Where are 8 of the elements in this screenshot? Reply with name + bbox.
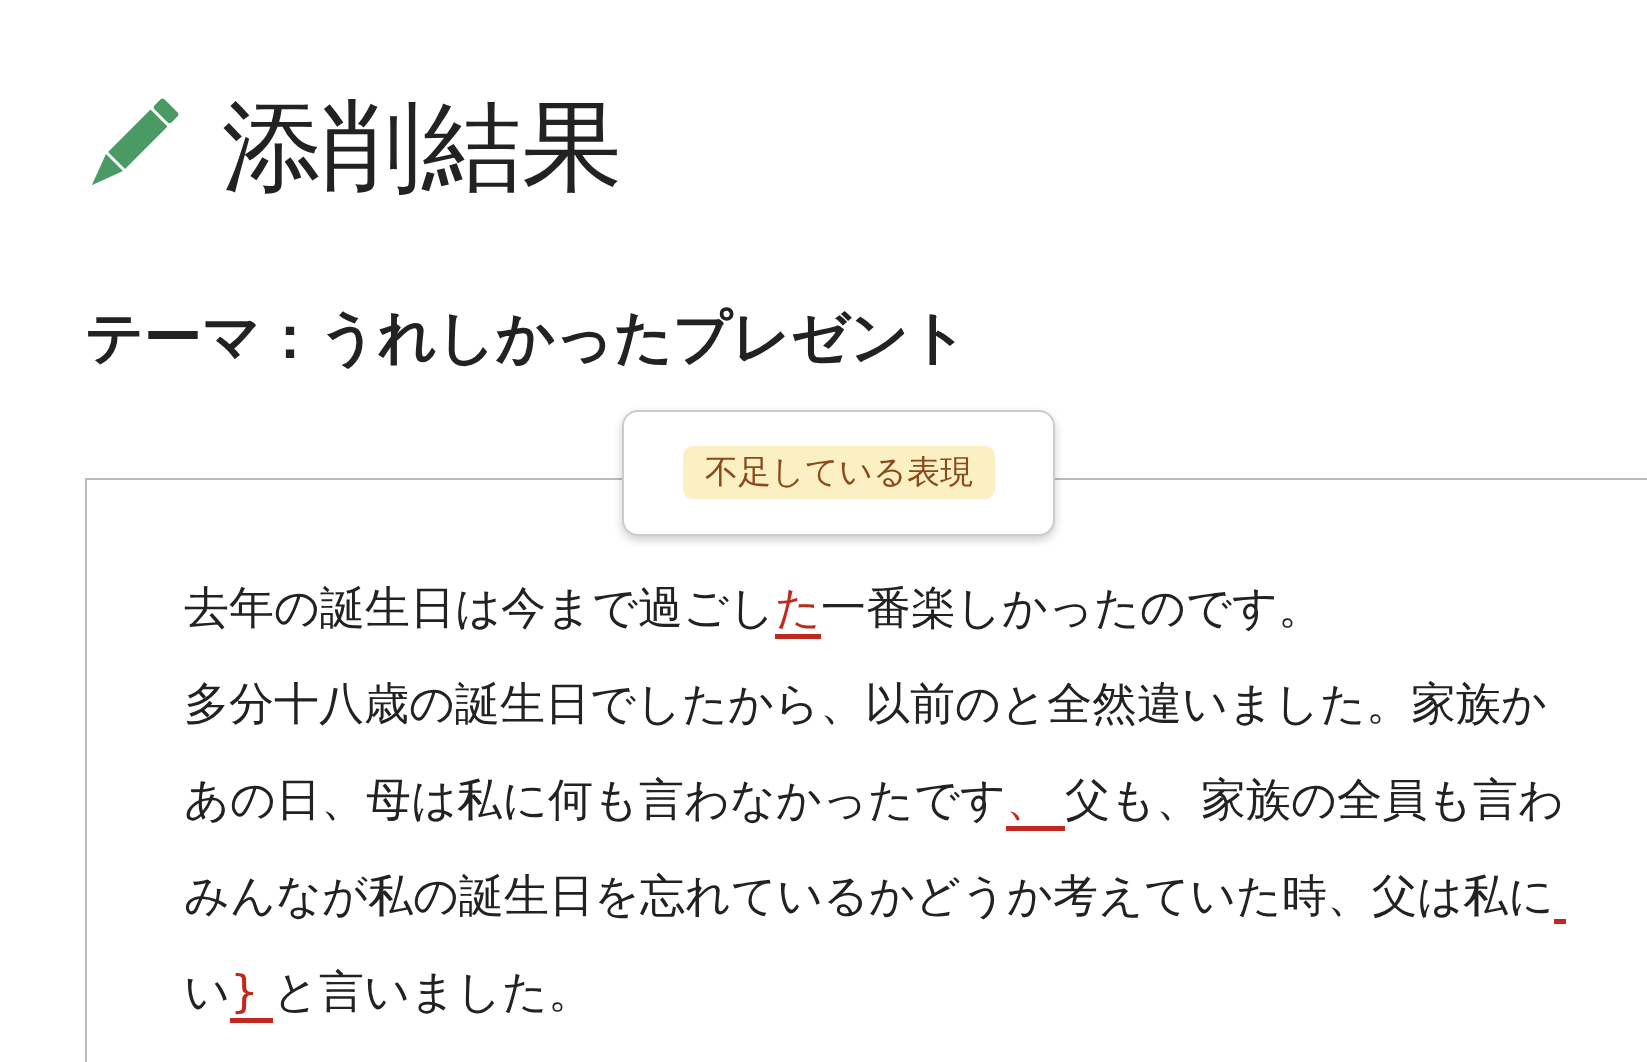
essay-line: 去年の誕生日は今まで過ごし た一番楽しかったのです。 (184, 577, 1323, 638)
essay-line: あの日、母は私に何も言わなかったです、 父も、家族の全員も言わ (184, 769, 1565, 830)
theme-heading: テーマ：うれしかったプレゼント (85, 306, 969, 370)
essay-line: みんなが私の誕生日を忘れているかどうか考えていた時、父は私に (184, 867, 1554, 924)
essay-line: 多分十八歳の誕生日でしたから、以前のと全然違いました。家族か (184, 675, 1547, 732)
essay-line: い} と言いました。 (184, 961, 593, 1022)
page-title: 添削結果 (222, 92, 622, 202)
correction-type-tag: 不足している表現 (682, 446, 995, 500)
